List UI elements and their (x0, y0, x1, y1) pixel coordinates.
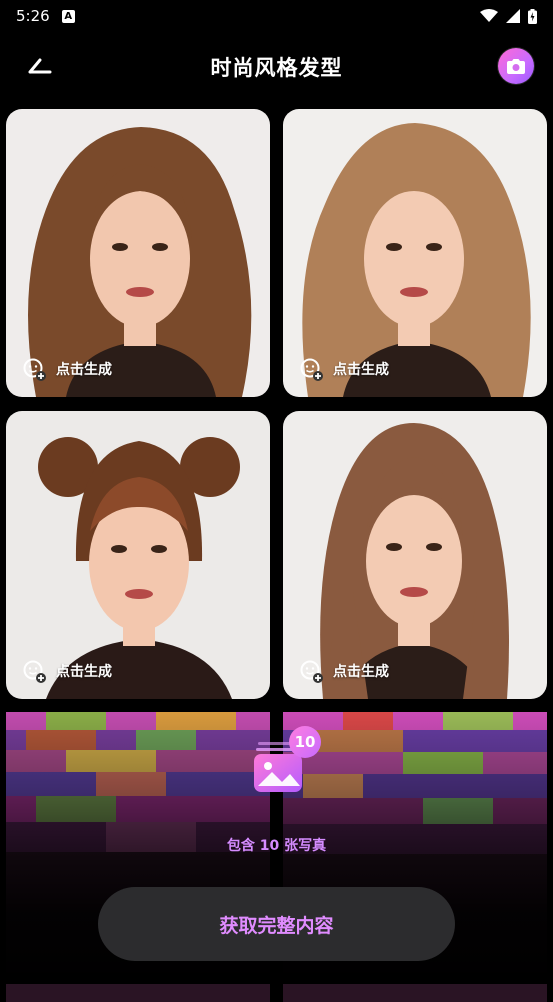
status-time: 5:26 (16, 7, 50, 25)
signal-icon (506, 9, 520, 23)
hairstyle-card-4[interactable]: 点击生成 (283, 411, 547, 699)
get-full-content-button[interactable]: 获取完整内容 (98, 887, 455, 961)
camera-icon (507, 58, 525, 74)
status-bar: 5:26 A (0, 0, 553, 32)
wifi-icon (480, 9, 498, 22)
generate-text: 点击生成 (56, 664, 112, 680)
hairstyle-card-3[interactable]: 点击生成 (6, 411, 270, 699)
generate-label: 点击生成 (22, 357, 112, 381)
photo-count-badge: 10 (289, 726, 321, 758)
app-notification-icon: A (61, 9, 75, 23)
face-plus-icon (23, 358, 46, 381)
contains-photos-text: 包含 10 张写真 (226, 838, 327, 854)
generate-text: 点击生成 (333, 362, 389, 378)
top-app-bar: 时尚风格发型 (0, 40, 553, 92)
page-title: 时尚风格发型 (210, 56, 343, 80)
generate-text: 点击生成 (333, 664, 389, 680)
portrait-image (283, 411, 547, 699)
generate-label: 点击生成 (299, 357, 389, 381)
portrait-image (6, 411, 270, 699)
battery-icon (528, 8, 537, 24)
hairstyle-card-1[interactable]: 点击生成 (6, 109, 270, 397)
generate-label: 点击生成 (22, 659, 112, 683)
camera-button[interactable] (498, 48, 534, 84)
face-plus-icon (300, 358, 323, 381)
portrait-image (283, 109, 547, 397)
face-plus-icon (300, 660, 323, 683)
generate-text: 点击生成 (56, 362, 112, 378)
generate-label: 点击生成 (299, 659, 389, 683)
hairstyle-card-2[interactable]: 点击生成 (283, 109, 547, 397)
portrait-image (6, 109, 270, 397)
face-plus-icon (23, 660, 46, 683)
